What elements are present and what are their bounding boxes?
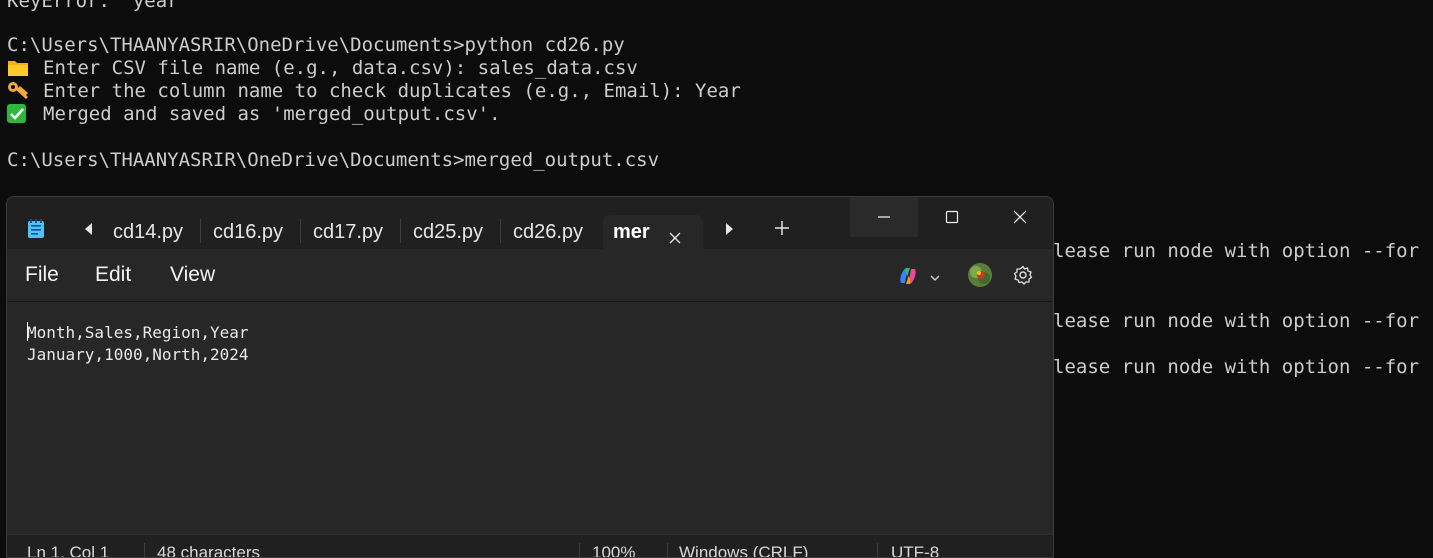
tab-divider [500,219,501,243]
tab-divider [400,219,401,243]
tab-cd14[interactable]: cd14.py [113,215,183,249]
tab-cd26[interactable]: cd26.py [513,215,583,249]
tab-cd25[interactable]: cd25.py [413,215,483,249]
tab-scroll-left-icon[interactable] [81,221,97,237]
terminal-warning-line: lease run node with option --for [1053,310,1420,332]
active-tab-label: mer [613,221,650,243]
status-bar: Ln 1, Col 1 48 characters 100% Windows (… [7,534,1053,558]
tab-divider [300,219,301,243]
status-divider [144,543,145,557]
key-icon [7,81,29,100]
cursor-position: Ln 1, Col 1 [27,543,110,558]
copilot-icon[interactable] [897,265,919,287]
check-mark-icon [7,104,29,123]
zoom-level[interactable]: 100% [592,543,635,557]
tab-divider [200,219,201,243]
folder-icon [7,58,29,77]
menu-bar: File Edit View [7,249,1053,302]
terminal-column-line: Enter the column name to check duplicate… [7,80,741,103]
minimize-button[interactable] [850,197,918,237]
terminal-csv-text: Enter CSV file name (e.g., data.csv): sa… [43,57,638,79]
terminal-warning-line: lease run node with option --for [1053,240,1420,262]
close-icon [1013,210,1027,224]
menu-view[interactable]: View [170,263,215,287]
maximize-icon [945,210,959,224]
terminal-csv-line: Enter CSV file name (e.g., data.csv): sa… [7,57,638,80]
status-divider [579,543,580,557]
terminal-prompt-line: C:\Users\THAANYASRIR\OneDrive\Documents>… [7,34,625,56]
encoding[interactable]: UTF-8 [891,543,939,557]
character-count: 48 characters [157,543,260,558]
editor-line: January,1000,North,2024 [27,345,249,364]
maximize-button[interactable] [918,197,986,237]
line-ending[interactable]: Windows (CRLF) [679,543,808,557]
close-window-button[interactable] [986,197,1053,237]
tab-cd16[interactable]: cd16.py [213,215,283,249]
title-bar: cd14.py cd16.py cd17.py cd25.py cd26.py … [7,197,1053,249]
chevron-down-icon[interactable] [929,271,941,283]
text-editor-area[interactable]: Month,Sales,Region,Year January,1000,Nor… [7,302,1053,534]
status-divider [667,543,668,557]
notepad-app-icon [27,219,45,239]
terminal-warning-line: lease run node with option --for [1053,356,1420,378]
menu-file[interactable]: File [25,263,59,287]
avatar[interactable] [968,263,992,287]
terminal-saved-text: Merged and saved as 'merged_output.csv'. [43,103,501,125]
terminal-prompt-line-2: C:\Users\THAANYASRIR\OneDrive\Documents>… [7,149,660,171]
terminal-error-line: KeyError: 'year' [7,0,191,12]
new-tab-plus-icon[interactable] [773,219,791,237]
editor-line: Month,Sales,Region,Year [27,323,249,342]
tab-scroll-right-icon[interactable] [721,221,737,237]
settings-gear-icon[interactable] [1013,265,1033,285]
tab-merged-output-active[interactable]: mer [603,215,703,249]
status-divider [877,543,878,557]
notepad-window: cd14.py cd16.py cd17.py cd25.py cd26.py … [6,196,1054,558]
minimize-icon [878,216,890,218]
terminal-saved-line: Merged and saved as 'merged_output.csv'. [7,103,501,126]
tab-cd17[interactable]: cd17.py [313,215,383,249]
terminal-column-text: Enter the column name to check duplicate… [43,80,741,102]
close-tab-icon[interactable] [667,223,683,244]
menu-edit[interactable]: Edit [95,263,131,287]
